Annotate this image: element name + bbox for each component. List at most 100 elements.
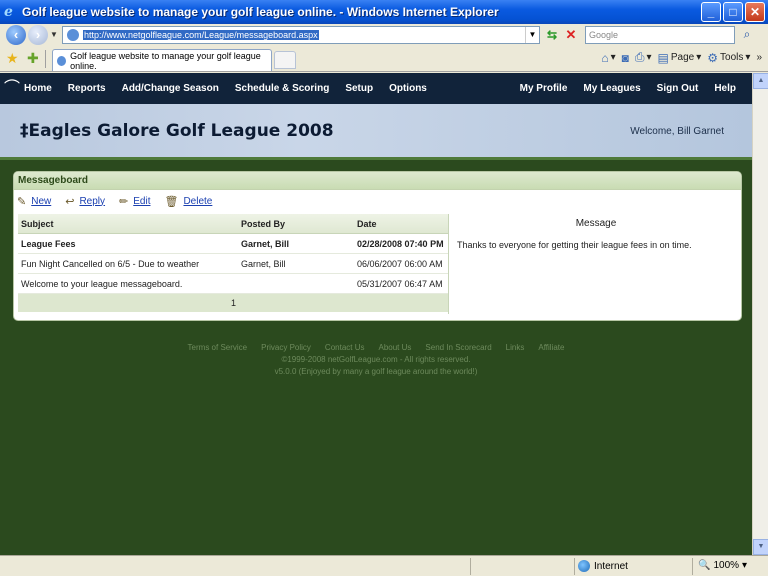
messages-table: Subject Posted By Date League Fees Garne… [18, 214, 449, 312]
golf-logo-icon: ⌒ [4, 80, 21, 97]
window-title: Golf league website to manage your golf … [22, 5, 499, 19]
print-button[interactable]: ⎙ ▾ [635, 50, 652, 65]
reply-icon: ↩ [65, 195, 75, 208]
table-row[interactable]: League Fees Garnet, Bill 02/28/2008 07:4… [18, 234, 449, 254]
address-url[interactable]: http://www.netgolfleague.com/League/mess… [83, 30, 319, 40]
nav-reports[interactable]: Reports [60, 83, 114, 94]
more-tools-button[interactable]: » [756, 52, 762, 63]
tab-toolbar: ★ ✚ Golf league website to manage your g… [0, 46, 768, 72]
new-link[interactable]: New [31, 196, 51, 207]
stop-icon[interactable]: ✕ [563, 27, 579, 43]
footer-link-affiliate[interactable]: Affiliate [538, 343, 564, 352]
edit-button[interactable]: ✏ Edit [119, 195, 150, 208]
delete-link[interactable]: Delete [183, 196, 212, 207]
nav-sign-out[interactable]: Sign Out [649, 83, 707, 94]
add-favorites-icon[interactable]: ✚ [27, 50, 39, 67]
refresh-icon[interactable]: ⇆ [544, 27, 560, 43]
footer-version: v5.0.0 (Enjoyed by many a golf league ar… [274, 367, 478, 376]
footer-link-contact[interactable]: Contact Us [325, 343, 365, 352]
page-favicon-icon [67, 29, 79, 41]
messageboard-toolbar: ✎ New ↩ Reply ✏ Edit 🗑 Delete [14, 190, 741, 212]
footer-link-links[interactable]: Links [506, 343, 525, 352]
status-divider [470, 558, 471, 575]
status-divider [574, 558, 575, 575]
top-nav: ⌒ Home Reports Add/Change Season Schedul… [0, 73, 752, 104]
page-menu-button[interactable]: ▤ Page ▾ [658, 51, 702, 65]
scroll-up-icon[interactable]: ▲ [753, 73, 768, 89]
zone-label: Internet [594, 560, 628, 572]
column-posted-by[interactable]: Posted By [237, 219, 353, 229]
zoom-control[interactable]: 🔍 100% ▾ [698, 560, 747, 571]
search-input[interactable]: Google [585, 26, 735, 44]
tools-menu-label: Tools [720, 52, 744, 63]
gear-icon: ⚙ [707, 50, 719, 65]
delete-button[interactable]: 🗑 Delete [164, 195, 212, 208]
window-titlebar: e Golf league website to manage your gol… [0, 0, 768, 24]
table-divider [448, 214, 449, 314]
zoom-dropdown-icon[interactable]: ▾ [742, 560, 747, 571]
nav-add-change-season[interactable]: Add/Change Season [114, 83, 227, 94]
tools-menu-button[interactable]: ⚙ Tools ▾ [707, 51, 750, 65]
tab-favicon-icon [57, 55, 67, 66]
table-row[interactable]: Fun Night Cancelled on 6/5 - Due to weat… [18, 254, 449, 274]
maximize-button[interactable]: □ [723, 2, 743, 22]
favorites-star-icon[interactable]: ★ [6, 50, 19, 67]
row-date: 02/28/2008 07:40 PM [357, 238, 444, 249]
search-icon[interactable]: ⌕ [737, 27, 757, 43]
footer-link-about[interactable]: About Us [379, 343, 412, 352]
reply-button[interactable]: ↩ Reply [65, 195, 105, 208]
nav-schedule-scoring[interactable]: Schedule & Scoring [227, 83, 337, 94]
nav-my-leagues[interactable]: My Leagues [575, 83, 648, 94]
column-date[interactable]: Date [353, 219, 449, 229]
new-message-button[interactable]: ✎ New [17, 195, 51, 208]
browser-tab[interactable]: Golf league website to manage your golf … [52, 49, 272, 71]
message-body: Thanks to everyone for getting their lea… [457, 240, 692, 250]
forward-button[interactable]: › [28, 25, 48, 45]
toolbar-divider [45, 50, 46, 68]
status-bar: Internet 🔍 100% ▾ [0, 555, 768, 576]
row-date: 06/06/2007 06:00 AM [357, 258, 443, 269]
nav-options[interactable]: Options [381, 83, 435, 94]
feeds-button[interactable]: ◙ [622, 51, 629, 65]
nav-setup[interactable]: Setup [337, 83, 381, 94]
web-page: ⌒ Home Reports Add/Change Season Schedul… [0, 73, 752, 555]
new-tab-button[interactable] [274, 51, 296, 69]
history-dropdown-icon[interactable]: ▼ [50, 30, 58, 39]
nav-home[interactable]: Home [16, 83, 60, 94]
address-dropdown-icon[interactable]: ▼ [525, 27, 539, 43]
footer-copyright: ©1999-2008 netGolfLeague.com - All right… [281, 355, 471, 364]
back-button[interactable]: ‹ [6, 25, 26, 45]
row-posted-by: Garnet, Bill [241, 238, 290, 249]
nav-help[interactable]: Help [706, 83, 744, 94]
address-input[interactable]: http://www.netgolfleague.com/League/mess… [62, 26, 540, 44]
edit-link[interactable]: Edit [133, 196, 150, 207]
tab-label: Golf league website to manage your golf … [70, 50, 261, 71]
home-icon: ⌂ [601, 50, 609, 65]
security-zone[interactable]: Internet [578, 560, 628, 572]
page-icon: ▤ [657, 50, 669, 65]
rss-icon: ◙ [621, 50, 629, 65]
minimize-button[interactable]: _ [701, 2, 721, 22]
close-button[interactable]: ✕ [745, 2, 765, 22]
row-subject: League Fees [21, 238, 76, 249]
scroll-down-icon[interactable]: ▼ [753, 539, 768, 555]
footer-link-send-scorecard[interactable]: Send In Scorecard [425, 343, 491, 352]
page-footer: Terms of Service Privacy Policy Contact … [0, 343, 752, 376]
home-button[interactable]: ⌂ ▾ [601, 51, 615, 65]
vertical-scrollbar[interactable]: ▲ ▼ [752, 73, 768, 555]
table-row[interactable]: Welcome to your league messageboard. 05/… [18, 274, 449, 294]
address-toolbar: ‹ › ▼ http://www.netgolfleague.com/Leagu… [0, 24, 768, 46]
table-header-row: Subject Posted By Date [18, 214, 449, 234]
zoom-icon: 🔍 [698, 560, 711, 571]
footer-link-terms[interactable]: Terms of Service [188, 343, 248, 352]
column-subject[interactable]: Subject [18, 219, 237, 229]
reply-link[interactable]: Reply [79, 196, 105, 207]
new-message-icon: ✎ [17, 195, 27, 208]
messageboard-panel: Messageboard ✎ New ↩ Reply ✏ Edit 🗑 Dele… [13, 171, 742, 321]
pager-page-1[interactable]: 1 [18, 294, 449, 312]
nav-my-profile[interactable]: My Profile [512, 83, 576, 94]
row-subject: Welcome to your league messageboard. [21, 278, 183, 289]
status-divider [692, 558, 693, 575]
header-divider [0, 157, 752, 160]
footer-link-privacy[interactable]: Privacy Policy [261, 343, 311, 352]
